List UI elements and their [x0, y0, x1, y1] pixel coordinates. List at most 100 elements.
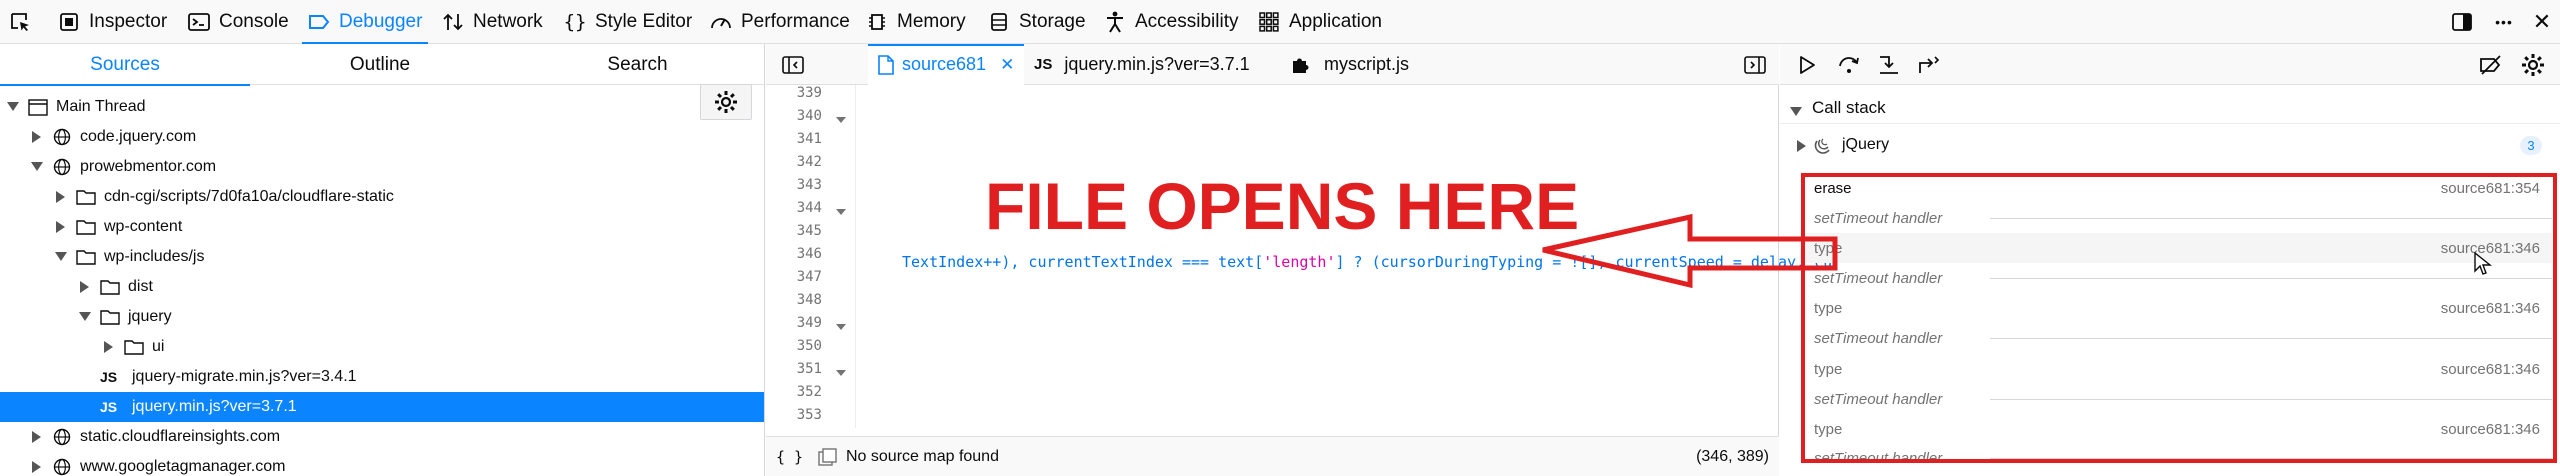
resume-button[interactable]: [1794, 52, 1820, 78]
storage-icon: [988, 11, 1010, 33]
line-number[interactable]: 353: [766, 407, 822, 423]
debugger-icon: [308, 11, 330, 33]
tree-item-wp-content[interactable]: wp-content: [0, 212, 764, 242]
element-picker-button[interactable]: [2, 0, 38, 44]
tab-search[interactable]: Search: [510, 44, 764, 85]
resume-icon: [1800, 56, 1815, 74]
tab-style-editor[interactable]: {} Style Editor: [563, 0, 693, 44]
collapsed-arrow-icon: [54, 190, 68, 204]
line-number[interactable]: 343: [766, 177, 822, 193]
sources-tabs: Sources Outline Search: [0, 44, 764, 86]
element-picker-icon: [11, 13, 29, 31]
tree-item-wp-includes[interactable]: wp-includes/js: [0, 242, 764, 272]
toggle-sources-pane-button[interactable]: [782, 44, 812, 85]
line-number[interactable]: 350: [766, 338, 822, 354]
tree-item-dist[interactable]: dist: [0, 272, 764, 302]
tab-network[interactable]: Network: [442, 0, 543, 44]
call-stack-header[interactable]: Call stack: [1780, 92, 2560, 124]
line-number[interactable]: 346: [766, 246, 822, 262]
expanded-arrow-icon: [6, 100, 20, 114]
tab-application[interactable]: Application: [1258, 0, 1382, 44]
dock-side-button[interactable]: [2444, 0, 2480, 44]
call-stack-group-jquery[interactable]: jQuery 3: [1780, 128, 2560, 162]
line-number-gutter[interactable]: 339 340 341 342 343 344 345 346 347 348 …: [766, 85, 856, 428]
step-over-button[interactable]: [1836, 52, 1862, 78]
collapsed-arrow-icon: [54, 220, 68, 234]
tab-accessibility[interactable]: Accessibility: [1104, 0, 1238, 44]
more-menu-button[interactable]: •••: [2486, 0, 2522, 44]
jquery-logo-icon: [1814, 136, 1832, 159]
tab-storage[interactable]: Storage: [988, 0, 1086, 44]
annotation-highlight-box: [1801, 173, 2557, 463]
tab-label: Style Editor: [595, 11, 693, 32]
expanded-arrow-icon: [54, 250, 68, 264]
editor-tabs: source681 ✕ JS jquery.min.js?ver=3.7.1 m…: [766, 44, 1779, 85]
fold-arrow-icon[interactable]: [836, 115, 846, 125]
editor-tab-myscript[interactable]: myscript.js: [1290, 44, 1409, 85]
line-number[interactable]: 349: [766, 315, 822, 331]
tree-item-cdn-cgi[interactable]: cdn-cgi/scripts/7d0fa10a/cloudflare-stat…: [0, 182, 764, 212]
line-number[interactable]: 347: [766, 269, 822, 285]
step-out-button[interactable]: [1916, 52, 1942, 78]
editor-tab-label: myscript.js: [1324, 54, 1409, 74]
window-icon: [28, 98, 48, 116]
line-number[interactable]: 345: [766, 223, 822, 239]
line-number[interactable]: 342: [766, 154, 822, 170]
step-in-button[interactable]: [1876, 52, 1902, 78]
deactivate-breakpoints-button[interactable]: [2478, 52, 2504, 78]
tree-item-main-thread[interactable]: Main Thread: [0, 92, 764, 122]
line-number[interactable]: 344: [766, 200, 822, 216]
fold-arrow-icon[interactable]: [836, 322, 846, 332]
tree-item-cloudflareinsights[interactable]: static.cloudflareinsights.com: [0, 422, 764, 452]
tab-memory[interactable]: Memory: [866, 0, 966, 44]
tab-outline[interactable]: Outline: [255, 44, 505, 85]
debugger-settings-button[interactable]: [2520, 52, 2546, 78]
tree-item-googletagmanager[interactable]: www.googletagmanager.com: [0, 452, 764, 476]
tree-item-jquery-folder[interactable]: jquery: [0, 302, 764, 332]
pretty-print-button[interactable]: { }: [776, 448, 803, 466]
tab-sources[interactable]: Sources: [0, 44, 250, 86]
close-icon: ✕: [2532, 9, 2552, 34]
tree-item-label: cdn-cgi/scripts/7d0fa10a/cloudflare-stat…: [104, 188, 394, 205]
line-number[interactable]: 340: [766, 108, 822, 124]
line-number[interactable]: 348: [766, 292, 822, 308]
gauge-icon: [710, 11, 732, 33]
close-devtools-button[interactable]: ✕: [2524, 0, 2560, 44]
tree-item-prowebmentor[interactable]: prowebmentor.com: [0, 152, 764, 182]
tab-debugger[interactable]: Debugger: [301, 0, 429, 45]
js-file-icon: JS: [1034, 56, 1053, 73]
tree-item-label: dist: [128, 278, 153, 295]
editor-tab-jquery-min[interactable]: JS jquery.min.js?ver=3.7.1: [1034, 44, 1250, 85]
devtools-toolbox: Inspector Console Debugger Network {} St…: [0, 0, 2560, 45]
tree-item-label: prowebmentor.com: [80, 158, 217, 175]
fold-arrow-icon[interactable]: [836, 207, 846, 217]
editor-tab-source681[interactable]: source681 ✕: [868, 44, 1025, 85]
tree-item-jquery-min[interactable]: JS jquery.min.js?ver=3.7.1: [0, 392, 764, 422]
tree-item-label: wp-includes/js: [104, 248, 205, 265]
code-text: TextIndex++), currentTextIndex === text[: [902, 253, 1264, 271]
tab-performance[interactable]: Performance: [710, 0, 850, 44]
tree-item-label: www.googletagmanager.com: [80, 458, 286, 475]
tree-item-jquery-migrate[interactable]: JS jquery-migrate.min.js?ver=3.4.1: [0, 362, 764, 392]
tree-item-ui[interactable]: ui: [0, 332, 764, 362]
tab-inspector[interactable]: Inspector: [58, 0, 167, 44]
toggle-debugger-pane-button[interactable]: [1744, 44, 1774, 85]
line-number[interactable]: 351: [766, 361, 822, 377]
gear-icon: [2522, 54, 2544, 76]
braces-icon: {}: [563, 11, 587, 33]
tree-item-code-jquery[interactable]: code.jquery.com: [0, 122, 764, 152]
tree-item-label: static.cloudflareinsights.com: [80, 428, 281, 445]
fold-arrow-icon[interactable]: [836, 368, 846, 378]
tree-item-label: code.jquery.com: [80, 128, 197, 145]
inspector-icon: [58, 11, 80, 33]
line-number[interactable]: 341: [766, 131, 822, 147]
sources-pane: Sources Outline Search Main Thread code.…: [0, 44, 765, 476]
tab-console[interactable]: Console: [188, 0, 289, 44]
folder-icon: [124, 338, 144, 356]
close-tab-icon[interactable]: ✕: [1000, 55, 1014, 75]
line-number[interactable]: 339: [766, 85, 822, 101]
line-number[interactable]: 352: [766, 384, 822, 400]
debugger-toolbar: [1780, 44, 2560, 85]
tab-label: Inspector: [89, 11, 168, 32]
tab-label: Storage: [1019, 11, 1086, 32]
